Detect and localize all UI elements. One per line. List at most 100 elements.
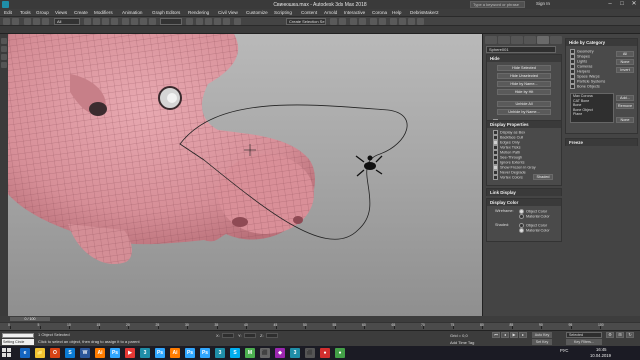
select-by-name-icon[interactable] (93, 18, 100, 25)
category-none-list-button[interactable]: None (616, 117, 634, 123)
region-select-icon[interactable] (102, 18, 109, 25)
menu-graph-editors[interactable]: Graph Editors (152, 10, 180, 15)
search-input[interactable]: Type a keyword or phrase (470, 1, 525, 8)
edit-named-sets-icon[interactable] (234, 18, 241, 25)
menu-arnold[interactable]: Arnold (324, 10, 337, 15)
taskbar-app-icon[interactable]: ⬛ (305, 348, 315, 358)
tray-date[interactable]: 10.04.2019 (590, 353, 611, 358)
menu-customize[interactable]: Customize (246, 10, 268, 15)
pivot-center-icon[interactable] (186, 18, 193, 25)
key-filters-button[interactable]: Key Filters... (566, 339, 602, 345)
taskbar-app-icon[interactable]: Ai (170, 348, 180, 358)
hide-selected-button[interactable]: Hide Selected (497, 65, 551, 71)
category-list[interactable]: Max Corona CAT Bone Bone Bone Object Pla… (570, 93, 614, 123)
hide-by-hit-button[interactable]: Hide by Hit (497, 89, 551, 95)
shaded-button[interactable]: Shaded (533, 174, 553, 180)
display-tab-icon[interactable] (537, 36, 549, 44)
goto-start-icon[interactable]: ⏮ (492, 332, 500, 338)
rendered-frame-icon[interactable] (408, 18, 415, 25)
set-key-button[interactable]: Set Key (532, 339, 552, 345)
menu-tools[interactable]: Tools (20, 10, 31, 15)
category-all-button[interactable]: All (616, 51, 634, 57)
play-icon[interactable]: ▶ (510, 332, 518, 338)
menu-corona[interactable]: Corona (372, 10, 387, 15)
freeze-rollout-title[interactable]: Freeze (566, 139, 637, 146)
maxscript-listener[interactable]: Setting Circle (2, 339, 34, 345)
spinner-snap-icon[interactable] (223, 18, 230, 25)
percent-snap-icon[interactable] (214, 18, 221, 25)
taskbar-app-icon[interactable]: Ps (155, 348, 165, 358)
modify-panel-icon[interactable] (1, 46, 7, 52)
hierarchy-panel-icon[interactable] (1, 54, 7, 60)
taskbar-app-icon[interactable]: ◆ (275, 348, 285, 358)
menu-help[interactable]: Help (392, 10, 401, 15)
object-name-field[interactable]: Sphere001 (486, 46, 556, 53)
snap-toggle-icon[interactable] (196, 18, 203, 25)
prev-frame-icon[interactable]: ◂ (501, 332, 509, 338)
category-bone-objects-checkbox[interactable]: Bone Objects (570, 84, 600, 89)
windows-start-icon[interactable] (2, 348, 12, 358)
menu-modifiers[interactable]: Modifiers (94, 10, 113, 15)
selection-filter-dropdown[interactable]: All (54, 18, 80, 25)
named-selection-dropdown[interactable]: Create Selection Se (286, 18, 326, 25)
unhide-by-name-button[interactable]: Unhide by Name... (497, 109, 551, 115)
link-display-title[interactable]: Link Display (487, 189, 561, 196)
modify-tab-icon[interactable] (498, 36, 510, 44)
menu-civil-view[interactable]: Civil View (218, 10, 238, 15)
material-editor-icon[interactable] (390, 18, 397, 25)
add-time-tag[interactable]: Add Time Tag (450, 340, 474, 345)
vertex-colors-checkbox[interactable]: Vertex Colors (493, 175, 523, 180)
sign-in-link[interactable]: Sign In (536, 1, 550, 6)
utilities-tab-icon[interactable] (550, 36, 562, 44)
taskbar-app-icon[interactable]: W (80, 348, 90, 358)
menu-edit[interactable]: Edit (4, 10, 12, 15)
unlink-icon[interactable] (33, 18, 40, 25)
menu-create[interactable]: Create (74, 10, 88, 15)
bind-spacewarp-icon[interactable] (42, 18, 49, 25)
display-properties-title[interactable]: Display Properties (487, 121, 561, 128)
taskbar-app-icon[interactable]: ⬛ (260, 348, 270, 358)
menu-views[interactable]: Views (55, 10, 67, 15)
category-remove-button[interactable]: Remove (616, 103, 634, 109)
category-none-button[interactable]: None (616, 59, 634, 65)
fly-object-icon[interactable] (355, 155, 383, 177)
shaded-material-color-radio[interactable]: Material Color (519, 228, 550, 233)
taskbar-app-icon[interactable]: S (230, 348, 240, 358)
wireframe-material-color-radio[interactable]: Material Color (519, 214, 550, 219)
menu-interactive[interactable]: Interactive (344, 10, 365, 15)
display-color-title[interactable]: Display Color (487, 199, 561, 206)
menu-group[interactable]: Group (36, 10, 49, 15)
tray-time[interactable]: 16:45 (596, 347, 606, 352)
taskbar-app-icon[interactable]: 3 (215, 348, 225, 358)
window-crossing-icon[interactable] (111, 18, 118, 25)
z-coord-field[interactable] (266, 333, 278, 338)
taskbar-app-icon[interactable]: 📁 (35, 348, 45, 358)
create-panel-icon[interactable] (1, 38, 7, 44)
layer-explorer-icon[interactable] (350, 18, 357, 25)
render-setup-icon[interactable] (399, 18, 406, 25)
menu-animation[interactable]: Animation (122, 10, 142, 15)
undo-icon[interactable] (3, 18, 10, 25)
time-slider[interactable]: 0 / 100 (10, 317, 50, 321)
menu-scripting[interactable]: Scripting (274, 10, 292, 15)
angle-snap-icon[interactable] (205, 18, 212, 25)
taskbar-app-icon[interactable]: e (20, 348, 30, 358)
taskbar-app-icon[interactable]: Ps (110, 348, 120, 358)
motion-tab-icon[interactable] (524, 36, 536, 44)
auto-key-button[interactable]: Auto Key (532, 332, 552, 338)
mirror-icon[interactable] (330, 18, 337, 25)
scale-icon[interactable] (140, 18, 147, 25)
align-icon[interactable] (339, 18, 346, 25)
taskbar-app-icon[interactable]: 3 (290, 348, 300, 358)
x-coord-field[interactable] (222, 333, 234, 338)
maxscript-listener-top[interactable] (2, 333, 34, 338)
menu-debrismaker[interactable]: DebrisMaker2 (410, 10, 439, 15)
orbit-icon[interactable]: ↻ (626, 332, 634, 338)
track-bar[interactable]: 0 5 10 15 20 25 30 35 40 45 50 55 60 65 70 75 80 85 90 95 10… (0, 322, 640, 330)
minimize-button[interactable]: – (604, 0, 616, 9)
category-add-button[interactable]: Add... (616, 95, 634, 101)
taskbar-app-icon[interactable]: Ai (95, 348, 105, 358)
taskbar-app-icon[interactable]: Ps (185, 348, 195, 358)
reference-coord-dropdown[interactable] (160, 18, 182, 25)
menu-content[interactable]: Content (301, 10, 317, 15)
